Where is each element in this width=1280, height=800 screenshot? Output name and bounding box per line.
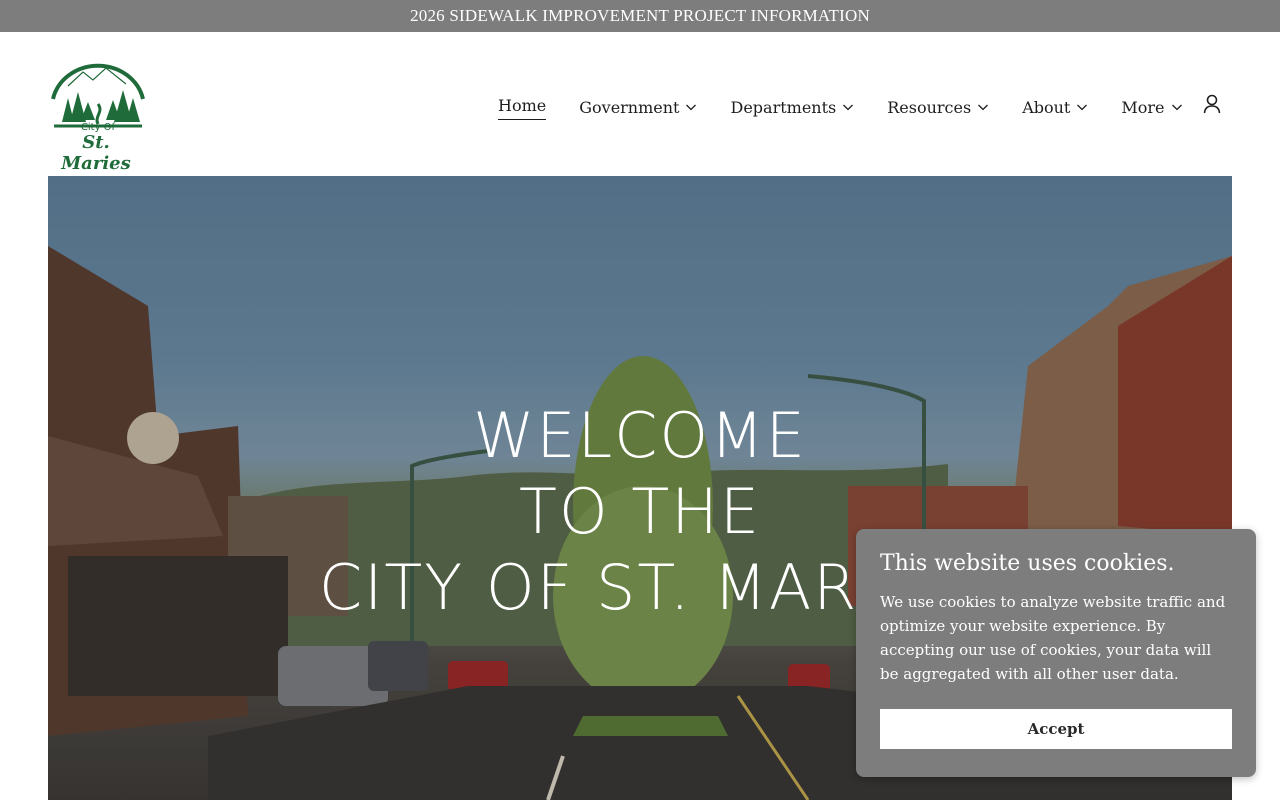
accept-cookies-button[interactable]: Accept xyxy=(880,709,1232,749)
cookie-title: This website uses cookies. xyxy=(880,551,1175,576)
nav-home[interactable]: Home xyxy=(498,94,547,120)
site-logo[interactable]: City Of St. Maries xyxy=(48,54,148,174)
hero-title-line1: Welcome xyxy=(473,399,807,472)
chevron-down-icon xyxy=(842,101,854,113)
chevron-down-icon xyxy=(977,101,989,113)
account-button[interactable] xyxy=(1200,92,1224,116)
nav-about-label: About xyxy=(1022,97,1071,117)
cookie-body: We use cookies to analyze website traffi… xyxy=(880,593,1226,683)
nav-home-label: Home xyxy=(498,96,547,115)
nav-resources[interactable]: Resources xyxy=(887,94,989,120)
nav-about[interactable]: About xyxy=(1022,94,1088,120)
nav-government-label: Government xyxy=(579,97,680,117)
logo-line2: St. Maries xyxy=(61,132,131,174)
announcement-bar[interactable]: 2026 SIDEWALK IMPROVEMENT PROJECT INFORM… xyxy=(0,0,1280,32)
chevron-down-icon xyxy=(1076,101,1088,113)
announcement-text[interactable]: 2026 SIDEWALK IMPROVEMENT PROJECT INFORM… xyxy=(410,6,870,26)
main-nav: Home Government Departments Resources Ab… xyxy=(498,94,1216,120)
nav-departments[interactable]: Departments xyxy=(730,94,854,120)
nav-more[interactable]: More xyxy=(1121,94,1182,120)
site-header: City Of St. Maries Home Government Depar… xyxy=(0,32,1280,176)
user-icon xyxy=(1203,94,1221,114)
cookie-banner: This website uses cookies. We use cookie… xyxy=(856,529,1256,777)
nav-more-label: More xyxy=(1121,97,1165,117)
chevron-down-icon xyxy=(685,101,697,113)
nav-government[interactable]: Government xyxy=(579,94,697,120)
nav-departments-label: Departments xyxy=(730,97,837,117)
chevron-down-icon xyxy=(1171,101,1183,113)
nav-resources-label: Resources xyxy=(887,97,972,117)
